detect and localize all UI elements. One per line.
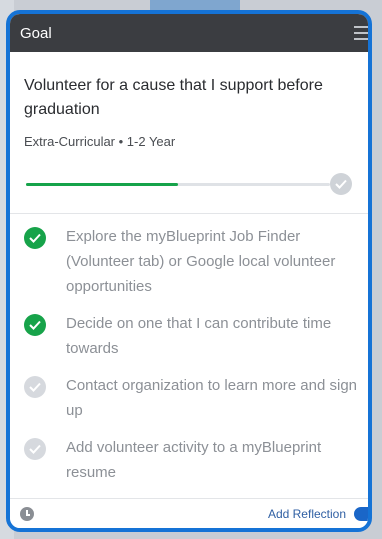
step-check-icon[interactable] [24, 227, 46, 249]
card-header: Goal [10, 14, 368, 52]
menu-icon[interactable] [354, 26, 368, 40]
step-check-icon[interactable] [24, 376, 46, 398]
goal-title: Volunteer for a cause that I support bef… [24, 77, 323, 118]
goal-card[interactable]: Goal Volunteer for a cause that I suppor… [6, 10, 372, 532]
goal-section: Volunteer for a cause that I support bef… [10, 52, 368, 195]
clock-icon[interactable] [20, 506, 34, 521]
step-text: Explore the myBlueprint Job Finder (Volu… [66, 228, 336, 295]
step-text: Decide on one that I can contribute time… [66, 315, 332, 357]
step-item: Decide on one that I can contribute time… [24, 311, 358, 361]
progress-track [26, 183, 330, 186]
header-title: Goal [20, 24, 52, 42]
reflection-toggle[interactable] [354, 506, 368, 521]
progress-bar [24, 173, 352, 195]
step-item: Contact organization to learn more and s… [24, 373, 358, 423]
step-item: Explore the myBlueprint Job Finder (Volu… [24, 224, 358, 299]
footer-actions: Add Reflection [268, 506, 368, 521]
progress-fill [26, 183, 178, 186]
step-text: Add volunteer activity to a myBlueprint … [66, 439, 322, 481]
card-footer: Add Reflection [10, 498, 368, 528]
step-check-icon[interactable] [24, 314, 46, 336]
step-check-icon[interactable] [24, 438, 46, 460]
goal-meta: Extra-Curricular • 1-2 Year [24, 134, 176, 149]
add-reflection-link[interactable]: Add Reflection [268, 507, 346, 521]
step-list: Explore the myBlueprint Job Finder (Volu… [10, 214, 368, 485]
step-text: Contact organization to learn more and s… [66, 377, 358, 419]
step-item: Add volunteer activity to a myBlueprint … [24, 435, 358, 485]
progress-complete-check-icon[interactable] [330, 173, 352, 195]
